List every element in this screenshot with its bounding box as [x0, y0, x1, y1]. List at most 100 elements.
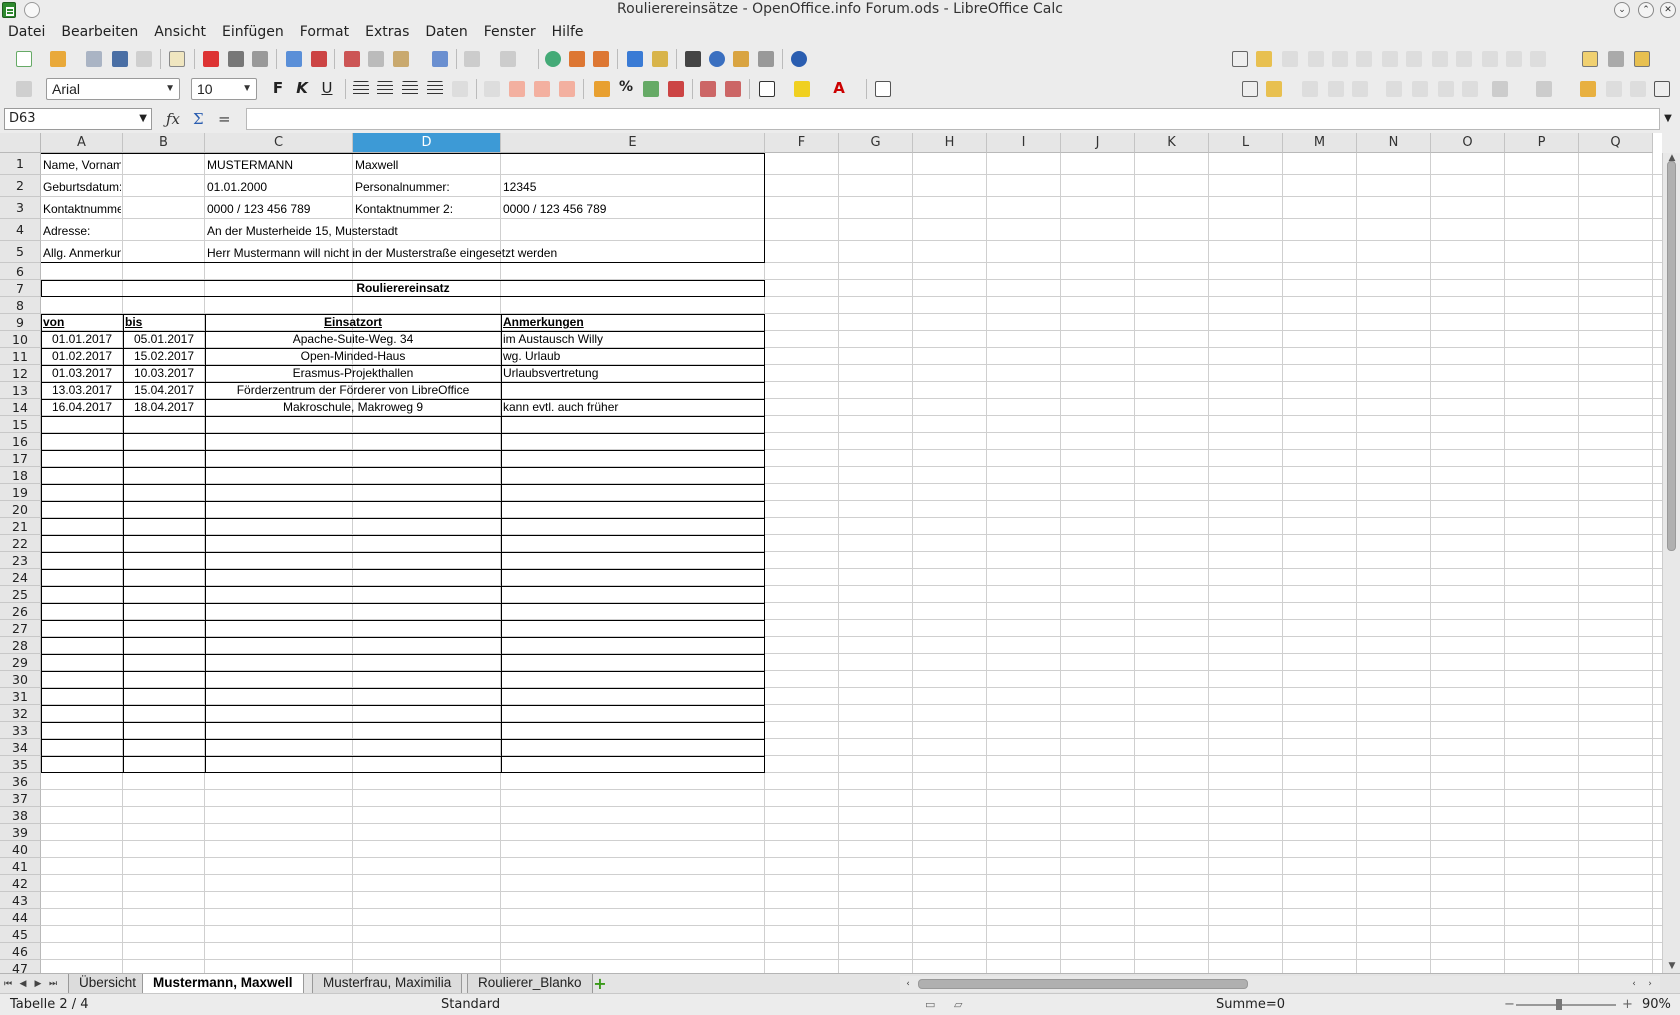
row-header[interactable]: 39 — [0, 824, 41, 841]
expand-formula-icon[interactable]: ▼ — [1660, 110, 1676, 128]
assignment-from[interactable]: 01.03.2017 — [43, 365, 121, 382]
assignment-to[interactable]: 15.04.2017 — [125, 382, 203, 399]
row-header[interactable]: 38 — [0, 807, 41, 824]
arrange-icon[interactable] — [1460, 79, 1480, 99]
delete-decimal-icon[interactable] — [666, 79, 686, 99]
row-header[interactable]: 44 — [0, 909, 41, 926]
scroll-right-icon[interactable]: › — [1644, 977, 1656, 991]
sheet-tab-roulierer-blanko[interactable]: Roulierer_Blanko — [467, 974, 593, 993]
form-control-icon[interactable] — [1354, 49, 1374, 69]
form-control-icon[interactable] — [1528, 49, 1548, 69]
save-icon[interactable] — [84, 49, 104, 69]
menu-fenster[interactable]: Fenster — [476, 22, 544, 42]
assignment-remark[interactable]: wg. Urlaub — [503, 348, 763, 365]
anchor-icon[interactable] — [1490, 79, 1510, 99]
column-header[interactable]: F — [765, 133, 839, 153]
show-grid-icon[interactable] — [1652, 79, 1672, 99]
align-right-icon[interactable] — [400, 79, 420, 99]
sheet-tab-mustermann[interactable]: Mustermann, Maxwell — [142, 974, 304, 993]
assignment-location[interactable]: Open-Minded-Haus — [207, 348, 499, 365]
header-anmerkungen[interactable]: Anmerkungen — [503, 314, 763, 331]
menu-hilfe[interactable]: Hilfe — [544, 22, 592, 42]
row-header[interactable]: 27 — [0, 620, 41, 637]
row-header[interactable]: 9 — [0, 314, 41, 331]
assignment-remark[interactable]: im Austausch Willy — [503, 331, 763, 348]
row-header[interactable]: 15 — [0, 416, 41, 433]
menu-bearbeiten[interactable]: Bearbeiten — [53, 22, 146, 42]
previous-sheet-icon[interactable]: ◀ — [17, 977, 29, 991]
sheet-tab-uebersicht[interactable]: Übersicht — [68, 974, 148, 993]
row-header[interactable]: 7 — [0, 280, 41, 297]
close-button[interactable]: ✕ — [1660, 2, 1676, 18]
chart-icon[interactable] — [625, 49, 645, 69]
row-header[interactable]: 21 — [0, 518, 41, 535]
header-einsatzort[interactable]: Einsatzort — [207, 314, 499, 331]
horizontal-scroll-thumb[interactable] — [918, 979, 1248, 989]
align-center-icon[interactable] — [375, 79, 395, 99]
save-as-icon[interactable] — [110, 49, 130, 69]
menu-einfuegen[interactable]: Einfügen — [214, 22, 292, 42]
undo-icon[interactable] — [462, 49, 482, 69]
row-header[interactable]: 45 — [0, 926, 41, 943]
design-mode-icon[interactable] — [1264, 79, 1284, 99]
column-header[interactable]: D — [353, 133, 501, 153]
decrease-indent-icon[interactable] — [698, 79, 718, 99]
assignment-to[interactable]: 18.04.2017 — [125, 399, 203, 416]
assignment-to[interactable]: 05.01.2017 — [125, 331, 203, 348]
menu-datei[interactable]: Datei — [0, 22, 53, 42]
assignment-remark[interactable]: kann evtl. auch früher — [503, 399, 763, 416]
select-icon[interactable] — [1230, 49, 1250, 69]
align-top-icon[interactable] — [532, 79, 552, 99]
form-control-icon[interactable] — [1380, 49, 1400, 69]
column-header[interactable]: N — [1357, 133, 1431, 153]
email-icon[interactable] — [134, 49, 154, 69]
menu-ansicht[interactable]: Ansicht — [146, 22, 214, 42]
assignment-location[interactable]: Makroschule, Makroweg 9 — [207, 399, 499, 416]
row-header[interactable]: 20 — [0, 501, 41, 518]
value-firstname[interactable]: Maxwell — [355, 153, 499, 175]
row-header[interactable]: 3 — [0, 197, 41, 219]
assignment-from[interactable]: 01.01.2017 — [43, 331, 121, 348]
form-control-icon[interactable] — [1306, 49, 1326, 69]
value-remarks[interactable]: Herr Mustermann will nicht in der Muster… — [207, 241, 763, 263]
row-header[interactable]: 32 — [0, 705, 41, 722]
formula-input[interactable] — [246, 108, 1660, 130]
italic-button[interactable]: K — [292, 79, 312, 99]
column-header[interactable]: G — [839, 133, 913, 153]
column-header[interactable]: O — [1431, 133, 1505, 153]
form-control-icon[interactable] — [1404, 49, 1424, 69]
new-document-icon[interactable] — [14, 49, 34, 69]
percent-format-icon[interactable]: % — [616, 79, 636, 99]
sort-descending-icon[interactable] — [591, 49, 611, 69]
spreadsheet-grid[interactable]: A B C D E F G H I J K L M N O P Q 1 2 3 4 5 6 7 8 9 10 11 12 13 14 15 16… — [0, 133, 1662, 973]
zoom-level[interactable]: 90% — [1642, 994, 1671, 1015]
row-header[interactable]: 8 — [0, 297, 41, 314]
arrange-icon[interactable] — [1300, 79, 1320, 99]
assignment-location[interactable]: Erasmus-Projekthallen — [207, 365, 499, 382]
grid-lines-icon[interactable] — [873, 79, 893, 99]
wrap-text-icon[interactable] — [507, 79, 527, 99]
row-header[interactable]: 25 — [0, 586, 41, 603]
font-name-combo[interactable]: Arial ▼ — [46, 78, 180, 100]
assignment-from[interactable]: 13.03.2017 — [43, 382, 121, 399]
draw-functions-icon[interactable] — [650, 49, 670, 69]
value-address[interactable]: An der Musterheide 15, Musterstadt — [207, 219, 763, 241]
assignment-location[interactable]: Förderzentrum der Förderer von LibreOffi… — [207, 382, 499, 399]
styles-icon[interactable] — [14, 79, 34, 99]
arrange-icon[interactable] — [1436, 79, 1456, 99]
arrange-icon[interactable] — [1326, 79, 1346, 99]
row-header[interactable]: 14 — [0, 399, 41, 416]
label-contact-2[interactable]: Kontaktnummer 2: — [355, 197, 499, 219]
zoom-out-icon[interactable]: − — [1504, 994, 1515, 1015]
form-control-icon[interactable] — [1280, 49, 1300, 69]
section-title[interactable]: Roulierereinsatz — [43, 280, 763, 297]
form-wizard-icon[interactable] — [1606, 49, 1626, 69]
select-icon[interactable] — [1240, 79, 1260, 99]
justify-icon[interactable] — [425, 79, 445, 99]
align-bottom-icon[interactable] — [557, 79, 577, 99]
minimize-button[interactable]: ⌄ — [1614, 2, 1630, 18]
form-control-icon[interactable] — [1454, 49, 1474, 69]
redo-icon[interactable] — [498, 49, 518, 69]
data-sources-icon[interactable] — [756, 49, 776, 69]
print-icon[interactable] — [226, 49, 246, 69]
